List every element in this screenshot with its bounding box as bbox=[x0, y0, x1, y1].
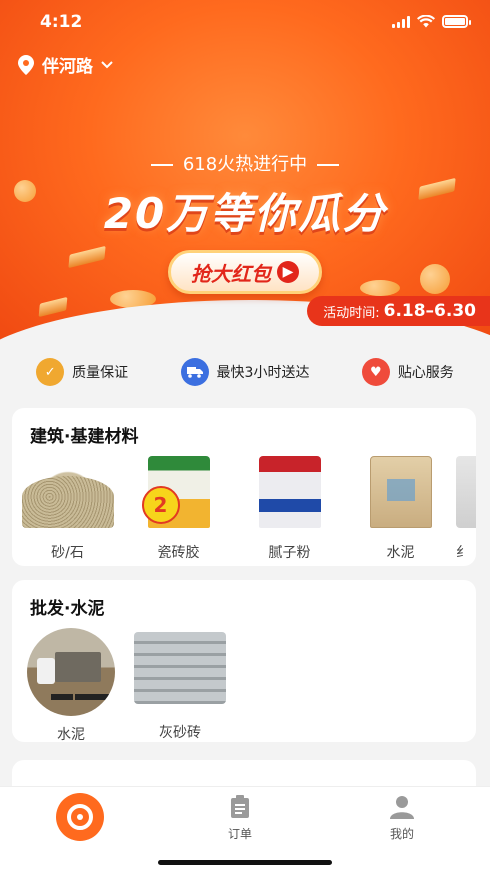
activity-label: 活动时间: bbox=[323, 305, 380, 321]
tab-profile[interactable]: 我的 bbox=[390, 795, 414, 842]
badge-label: 贴心服务 bbox=[397, 365, 454, 381]
location-pin-icon bbox=[18, 54, 34, 75]
coin-decoration bbox=[360, 280, 400, 296]
category-label: 灰砂砖 bbox=[159, 725, 201, 741]
grab-red-packet-button[interactable]: 抢大红包 ▶ bbox=[168, 250, 322, 294]
category-item-tile-adhesive[interactable]: 瓷砖胶 bbox=[123, 456, 234, 562]
divider bbox=[317, 164, 340, 166]
badge-label: 质量保证 bbox=[72, 365, 129, 381]
category-label: 水泥 bbox=[57, 727, 85, 742]
promo-subtitle-row: 618火热进行中 bbox=[0, 150, 490, 176]
wholesale-cement-card: 批发·水泥 水泥 灰砂砖 bbox=[12, 580, 476, 742]
category-list: 水泥 灰砂砖 bbox=[12, 628, 230, 742]
category-label: 纟 bbox=[456, 545, 470, 561]
divider bbox=[150, 164, 173, 166]
category-item-sand[interactable]: 砂/石 bbox=[12, 456, 123, 562]
wholesale-item-cement[interactable]: 水泥 bbox=[12, 628, 130, 742]
activity-time-badge: 活动时间: 6.18–6.30 bbox=[307, 296, 490, 326]
status-icons bbox=[392, 15, 471, 28]
signal-icon bbox=[392, 15, 410, 28]
status-bar: 4:12 bbox=[0, 0, 490, 46]
category-label: 腻子粉 bbox=[268, 545, 311, 561]
category-label: 水泥 bbox=[386, 545, 415, 561]
cement-bag-image bbox=[355, 456, 447, 528]
promo-subtitle: 618火热进行中 bbox=[182, 154, 308, 175]
building-materials-card: 建筑·基建材料 砂/石 瓷砖胶 腻子粉 水泥 纟 bbox=[12, 408, 476, 566]
coin-decoration bbox=[420, 264, 450, 294]
status-time: 4:12 bbox=[40, 12, 83, 32]
battery-icon bbox=[442, 15, 471, 28]
gold-bar-decoration bbox=[38, 296, 68, 318]
shield-check-icon: ✓ bbox=[36, 358, 65, 386]
wholesale-item-lime-sand-brick[interactable]: 灰砂砖 bbox=[130, 628, 230, 742]
promo-title: 20万等你瓜分 bbox=[103, 189, 387, 238]
category-label: 砂/石 bbox=[51, 545, 84, 561]
arrow-right-icon: ▶ bbox=[277, 261, 299, 283]
category-item-partial[interactable]: 纟 bbox=[456, 456, 476, 562]
cement-truck-image bbox=[27, 628, 115, 716]
user-icon bbox=[390, 795, 414, 819]
category-image bbox=[456, 456, 476, 528]
chevron-down-icon bbox=[101, 60, 113, 68]
gold-bar-decoration bbox=[68, 245, 106, 269]
tab-home[interactable] bbox=[56, 793, 104, 841]
location-selector[interactable]: 伴河路 bbox=[18, 52, 113, 77]
section-title: 批发·水泥 bbox=[30, 599, 105, 619]
badge-quality: ✓ 质量保证 bbox=[36, 358, 128, 386]
sand-image bbox=[21, 456, 114, 528]
home-indicator bbox=[158, 860, 332, 865]
tile-adhesive-image bbox=[133, 456, 225, 528]
truck-icon bbox=[180, 358, 209, 386]
category-item-putty[interactable]: 腻子粉 bbox=[234, 456, 345, 562]
clipboard-icon bbox=[228, 795, 252, 819]
location-name: 伴河路 bbox=[42, 57, 93, 77]
category-list: 砂/石 瓷砖胶 腻子粉 水泥 纟 bbox=[12, 456, 476, 562]
category-label: 瓷砖胶 bbox=[157, 545, 200, 561]
tab-label: 订单 bbox=[228, 827, 253, 841]
tab-label: 我的 bbox=[390, 827, 415, 841]
badge-label: 最快3小时送达 bbox=[216, 365, 310, 381]
wifi-icon bbox=[417, 15, 435, 28]
lime-sand-brick-image bbox=[134, 632, 226, 704]
tab-orders[interactable]: 订单 bbox=[228, 795, 252, 842]
service-badges: ✓ 质量保证 最快3小时送达 ♥ 贴心服务 bbox=[0, 354, 490, 390]
category-item-cement[interactable]: 水泥 bbox=[345, 456, 456, 562]
badge-service: ♥ 贴心服务 bbox=[361, 358, 454, 386]
grab-button-label: 抢大红包 bbox=[191, 261, 271, 286]
putty-powder-image bbox=[244, 456, 336, 528]
section-title: 建筑·基建材料 bbox=[30, 427, 139, 447]
home-icon bbox=[56, 793, 104, 841]
badge-delivery: 最快3小时送达 bbox=[180, 358, 310, 386]
heart-icon: ♥ bbox=[361, 358, 390, 386]
activity-range: 6.18–6.30 bbox=[383, 301, 476, 321]
